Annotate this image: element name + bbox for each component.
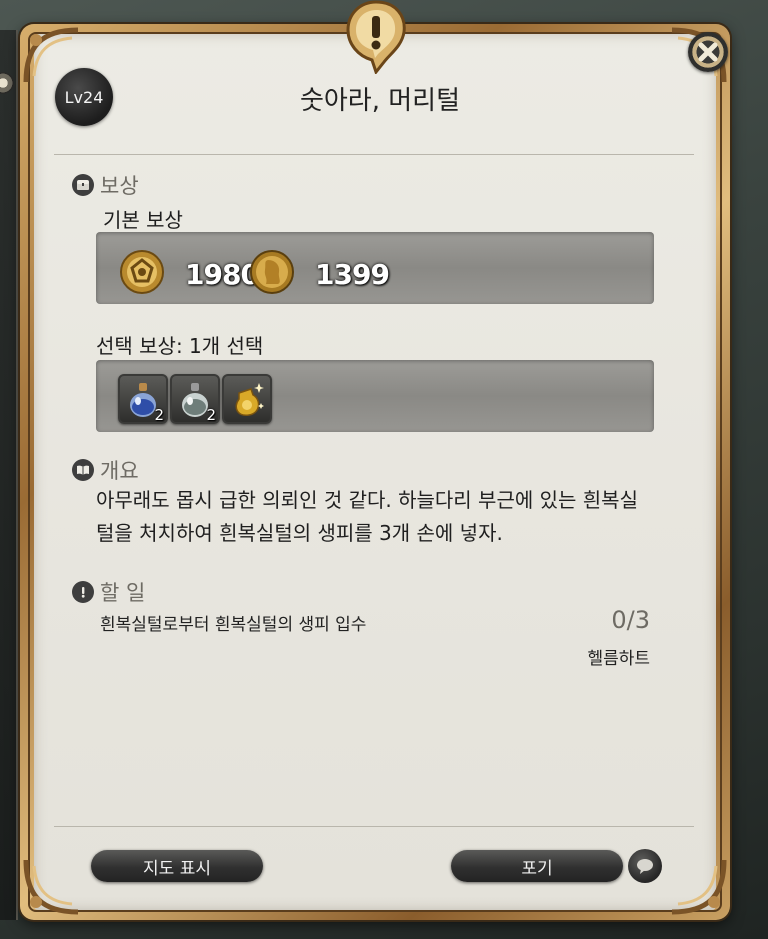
gold-pouch-icon [235,383,264,416]
speech-bubble-icon [637,859,653,874]
header-divider [54,154,694,155]
footer-divider [54,826,694,827]
frame-corner-ornament [668,856,728,916]
chat-bubble-button[interactable] [628,849,662,883]
choice-reward-item[interactable]: 2 [118,374,168,424]
choice-reward-label: 선택 보상: 1개 선택 [96,334,264,358]
chest-icon [72,174,94,196]
summary-heading: 개요 [72,455,139,485]
background-panel-edge [0,30,18,920]
gil-reward-value: 1399 [315,258,390,291]
level-badge: Lv24 [55,68,113,126]
choice-reward-item[interactable]: 2 [170,374,220,424]
todo-objective: 흰복실털로부터 흰복실털의 생피 입수 [100,615,367,635]
rewards-heading: 보상 [72,170,139,200]
item-count: 2 [206,406,216,424]
summary-heading-label: 개요 [100,459,139,483]
base-reward-label: 기본 보상 [103,208,183,232]
gil-coin-icon [248,248,296,296]
background-knob [0,72,14,94]
exclamation-emblem-icon [344,0,408,76]
todo-progress: 0/3 [611,606,650,634]
todo-heading: 할 일 [72,577,145,607]
choice-reward-item[interactable] [222,374,272,424]
frame-corner-ornament [22,856,82,916]
show-map-button[interactable]: 지도 표시 [91,850,263,882]
item-count: 2 [154,406,164,424]
rewards-heading-label: 보상 [100,174,139,198]
quest-title: 숫아라, 머리털 [299,86,461,116]
abandon-button[interactable]: 포기 [451,850,623,882]
close-button[interactable] [688,32,728,72]
book-icon [72,459,94,481]
todo-heading-label: 할 일 [100,581,146,605]
seal-currency-icon [118,248,166,296]
summary-text: 아무래도 몹시 급한 의뢰인 것 같다. 하늘다리 부근에 있는 흰복실털을 처… [96,488,638,545]
exclamation-icon [72,581,94,603]
todo-location: 헬름하트 [587,649,650,669]
